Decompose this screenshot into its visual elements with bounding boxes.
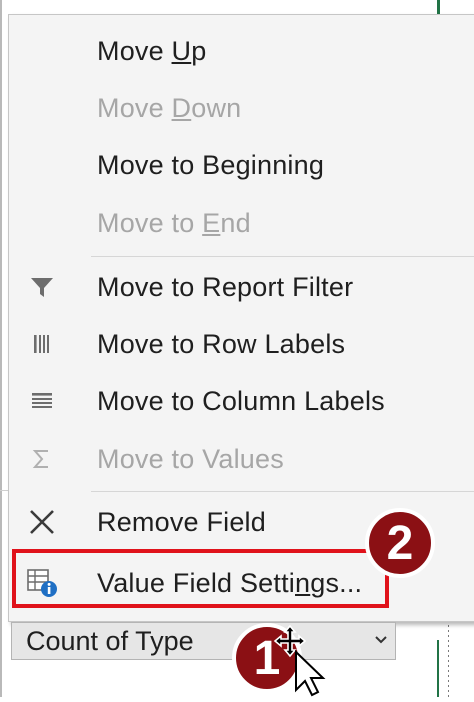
sheet-edge [0,0,2,697]
menu-item-label: Move Up [97,35,207,66]
move-cursor-icon [270,622,330,702]
menu-item-move-to-row-labels[interactable]: Move to Row Labels [9,318,474,370]
menu-item-move-to-values[interactable]: Move to Values [9,433,474,485]
menu-item-label: Move to Report Filter [97,271,354,302]
menu-item-move-up[interactable]: Move Up [9,25,474,77]
close-x-icon [25,506,59,538]
row-labels-icon [25,328,59,360]
funnel-icon [25,271,59,303]
field-button-label: Count of Type [26,626,194,656]
step-badge: 2 [365,508,435,578]
menu-item-label: Move to End [97,207,251,238]
chevron-down-icon [372,631,390,654]
menu-separator [91,491,474,492]
menu-item-label: Remove Field [97,506,266,537]
menu-item-label: Move to Row Labels [97,328,346,359]
sheet-selection-edge [437,640,439,697]
menu-item-move-down[interactable]: Move Down [9,82,474,134]
menu-item-label: Move to Beginning [97,149,325,180]
menu-separator [91,256,474,257]
field-dropdown-button[interactable]: Count of Type [11,622,396,660]
menu-item-move-to-beginning[interactable]: Move to Beginning [9,139,474,191]
menu-item-label: Move to Column Labels [97,385,385,416]
menu-item-label: Move to Values [97,443,284,474]
sigma-icon [25,443,59,475]
column-labels-icon [25,385,59,417]
menu-item-move-to-report-filter[interactable]: Move to Report Filter [9,261,474,313]
menu-item-move-to-end[interactable]: Move to End [9,197,474,249]
highlight-box [12,549,389,608]
menu-item-move-to-column-labels[interactable]: Move to Column Labels [9,375,474,427]
menu-item-label: Move Down [97,92,242,123]
